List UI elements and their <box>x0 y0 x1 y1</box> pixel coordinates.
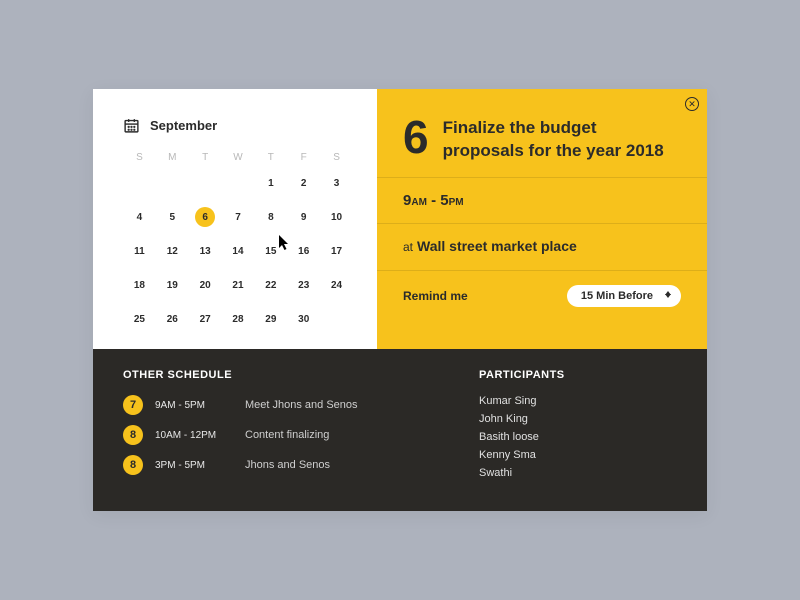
other-schedule-list: 7 9AM - 5PM Meet Jhons and Senos 8 10AM - 12… <box>123 395 479 475</box>
calendar-day[interactable]: 3 <box>320 173 353 193</box>
calendar-panel: September SMTWTFS 1234567891011121314151… <box>93 89 377 349</box>
event-title: Finalize the budget proposals for the ye… <box>443 117 681 163</box>
calendar-day[interactable]: 18 <box>123 275 156 295</box>
calendar-day[interactable]: 7 <box>222 207 255 227</box>
calendar-day[interactable]: 22 <box>254 275 287 295</box>
other-schedule-title: OTHER SCHEDULE <box>123 369 479 381</box>
calendar-day[interactable]: 14 <box>222 241 255 261</box>
event-day-number: 6 <box>403 117 429 158</box>
event-time-dash: - <box>427 192 440 209</box>
calendar-empty-cell <box>222 173 255 193</box>
calendar-day[interactable]: 30 <box>287 309 320 329</box>
calendar-day[interactable]: 11 <box>123 241 156 261</box>
dow-label: W <box>222 152 255 163</box>
calendar-day[interactable]: 1 <box>254 173 287 193</box>
participant-name: John King <box>479 413 679 425</box>
calendar-day[interactable]: 21 <box>222 275 255 295</box>
schedule-item[interactable]: 7 9AM - 5PM Meet Jhons and Senos <box>123 395 479 415</box>
schedule-time: 9AM - 5PM <box>155 400 233 411</box>
calendar-day[interactable]: 25 <box>123 309 156 329</box>
calendar-day[interactable]: 2 <box>287 173 320 193</box>
calendar-day[interactable]: 17 <box>320 241 353 261</box>
calendar-day[interactable]: 6 <box>189 207 222 227</box>
participants-section: PARTICIPANTS Kumar Sing John King Basith l… <box>479 369 679 485</box>
calendar-day[interactable]: 27 <box>189 309 222 329</box>
event-detail-panel: 6 Finalize the budget proposals for the … <box>377 89 707 349</box>
calendar-dow-row: SMTWTFS <box>123 152 353 163</box>
event-time-row: 9AM - 5PM <box>377 178 707 224</box>
schedule-desc: Content finalizing <box>245 429 329 441</box>
dow-label: T <box>254 152 287 163</box>
calendar-empty-cell <box>156 173 189 193</box>
calendar-day[interactable]: 12 <box>156 241 189 261</box>
calendar-empty-cell <box>189 173 222 193</box>
participants-list: Kumar Sing John King Basith loose Kenny Sma… <box>479 395 679 479</box>
schedule-time: 10AM - 12PM <box>155 430 233 441</box>
dow-label: M <box>156 152 189 163</box>
calendar-day[interactable]: 4 <box>123 207 156 227</box>
participant-name: Kumar Sing <box>479 395 679 407</box>
dow-label: F <box>287 152 320 163</box>
calendar-day[interactable]: 8 <box>254 207 287 227</box>
remind-select[interactable]: 15 Min Before <box>567 285 681 307</box>
participant-name: Swathi <box>479 467 679 479</box>
schedule-time: 3PM - 5PM <box>155 460 233 471</box>
event-location: Wall street market place <box>417 238 577 254</box>
calendar-day[interactable]: 15 <box>254 241 287 261</box>
participant-name: Kenny Sma <box>479 449 679 461</box>
schedule-desc: Jhons and Senos <box>245 459 330 471</box>
dow-label: T <box>189 152 222 163</box>
schedule-item[interactable]: 8 10AM - 12PM Content finalizing <box>123 425 479 445</box>
schedule-item[interactable]: 8 3PM - 5PM Jhons and Senos <box>123 455 479 475</box>
remind-label: Remind me <box>403 289 468 303</box>
close-icon[interactable]: ✕ <box>685 97 699 111</box>
dow-label: S <box>320 152 353 163</box>
event-remind-row: Remind me 15 Min Before <box>377 271 707 327</box>
schedule-day-badge: 8 <box>123 455 143 475</box>
calendar-day[interactable]: 23 <box>287 275 320 295</box>
event-location-prefix: at <box>403 240 413 254</box>
calendar-day[interactable]: 29 <box>254 309 287 329</box>
participant-name: Basith loose <box>479 431 679 443</box>
event-title-row: 6 Finalize the budget proposals for the … <box>377 89 707 178</box>
calendar-day[interactable]: 10 <box>320 207 353 227</box>
calendar-day[interactable]: 13 <box>189 241 222 261</box>
schedule-day-badge: 8 <box>123 425 143 445</box>
calendar-day[interactable]: 26 <box>156 309 189 329</box>
calendar-day[interactable]: 28 <box>222 309 255 329</box>
calendar-empty-cell <box>123 173 156 193</box>
event-end-hour: 5 <box>440 192 448 209</box>
calendar-day[interactable]: 20 <box>189 275 222 295</box>
calendar-day[interactable]: 19 <box>156 275 189 295</box>
calendar-day[interactable]: 5 <box>156 207 189 227</box>
calendar-grid: 1234567891011121314151617181920212223242… <box>123 173 353 329</box>
schedule-desc: Meet Jhons and Senos <box>245 399 358 411</box>
other-schedule-section: OTHER SCHEDULE 7 9AM - 5PM Meet Jhons and … <box>123 369 479 485</box>
event-location-row: at Wall street market place <box>377 224 707 271</box>
event-end-ampm: PM <box>449 197 464 208</box>
calendar-month: September <box>150 118 217 133</box>
event-start-ampm: AM <box>411 197 427 208</box>
calendar-day[interactable]: 16 <box>287 241 320 261</box>
dow-label: S <box>123 152 156 163</box>
event-card: ✕ September SMTWTFS 12345678910111213141… <box>93 89 707 511</box>
schedule-day-badge: 7 <box>123 395 143 415</box>
bottom-panel: OTHER SCHEDULE 7 9AM - 5PM Meet Jhons and … <box>93 349 707 511</box>
participants-title: PARTICIPANTS <box>479 369 679 381</box>
calendar-day[interactable]: 9 <box>287 207 320 227</box>
calendar-day[interactable]: 24 <box>320 275 353 295</box>
calendar-header: September <box>123 117 353 134</box>
calendar-icon <box>123 117 140 134</box>
